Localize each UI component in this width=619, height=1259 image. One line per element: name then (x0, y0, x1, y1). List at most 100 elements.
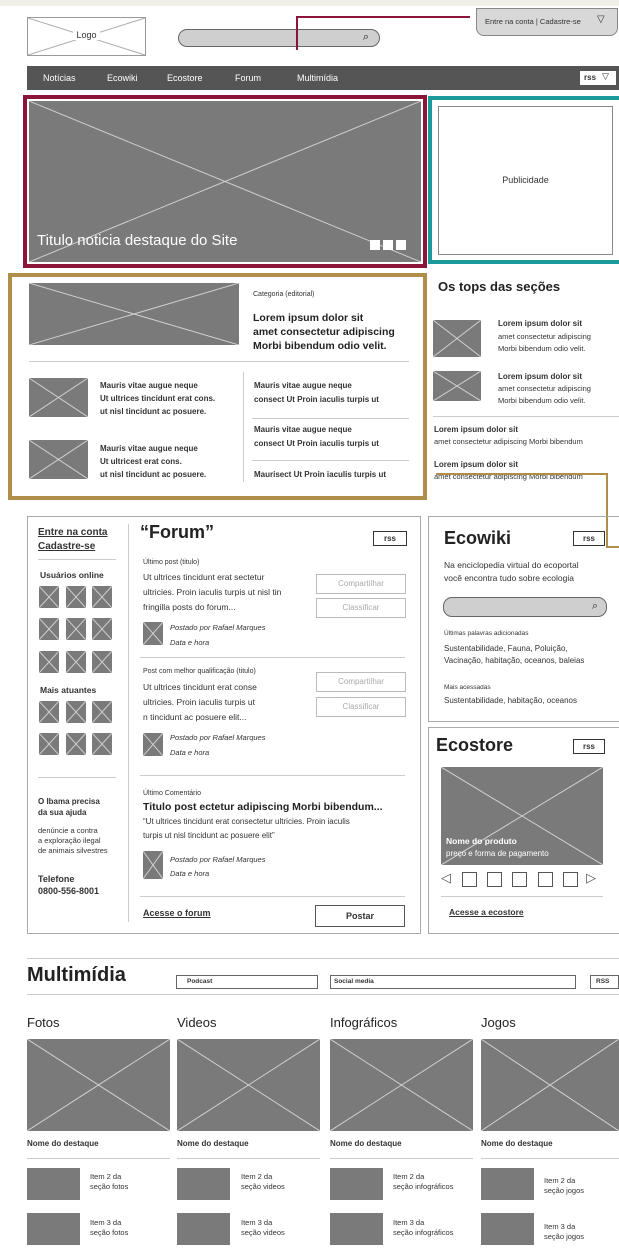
item-label[interactable]: Item 2 da (393, 1172, 424, 1181)
ecostore-link[interactable]: Acesse a ecostore (449, 907, 524, 917)
forum-link[interactable]: Acesse o forum (143, 908, 211, 918)
share-button[interactable]: Compartilhar (316, 672, 406, 692)
item-label[interactable]: Item 3 da (544, 1222, 575, 1231)
item-thumb[interactable] (177, 1168, 230, 1200)
news-headline-3[interactable]: Morbi bibendum odio velit. (253, 340, 387, 352)
featured-name[interactable]: Nome do destaque (330, 1139, 402, 1148)
user-avatar[interactable] (66, 651, 86, 673)
user-avatar[interactable] (66, 618, 86, 640)
tops-item-title[interactable]: Lorem ipsum dolor sit (498, 319, 582, 328)
hero-dot-2[interactable] (383, 240, 393, 250)
featured-image[interactable] (177, 1039, 320, 1131)
post-text[interactable]: Ut ultrices tincidunt erat sectetur (143, 572, 264, 582)
item-thumb[interactable] (27, 1213, 80, 1245)
nav-ecowiki[interactable]: Ecowiki (107, 73, 138, 83)
item-thumb[interactable] (330, 1213, 383, 1245)
search-icon[interactable]: ⌕ (592, 600, 598, 613)
comment-title[interactable]: Titulo post ectetur adipiscing Morbi bib… (143, 801, 383, 813)
news-lead-image[interactable] (29, 283, 239, 345)
carousel-slot[interactable] (462, 872, 477, 887)
news-item-image[interactable] (29, 440, 88, 479)
item-label[interactable]: Item 2 da (90, 1172, 121, 1181)
news-item-image[interactable] (29, 378, 88, 417)
share-button[interactable]: Compartilhar (316, 574, 406, 594)
carousel-slot[interactable] (538, 872, 553, 887)
tops-image[interactable] (433, 320, 481, 357)
featured-name[interactable]: Nome do destaque (177, 1139, 249, 1148)
item-thumb[interactable] (481, 1168, 534, 1200)
login-dropdown[interactable]: Entre na conta | Cadastre-se ▽ (476, 8, 618, 36)
recent-words[interactable]: Vacinação, habitação, oceanos, baleias (444, 656, 584, 665)
news-right-line[interactable]: Mauris vitae augue neque (254, 425, 352, 434)
nav-ecostore[interactable]: Ecostore (167, 73, 203, 83)
podcast-tab[interactable]: Podcast (176, 975, 318, 989)
item-label[interactable]: Item 3 da (393, 1218, 424, 1227)
rate-button[interactable]: Classificar (316, 697, 406, 717)
user-avatar[interactable] (92, 701, 112, 723)
user-avatar[interactable] (39, 701, 59, 723)
item-thumb[interactable] (27, 1168, 80, 1200)
ecowiki-rss-button[interactable]: rss (573, 531, 605, 546)
user-avatar[interactable] (66, 586, 86, 608)
item-thumb[interactable] (481, 1213, 534, 1245)
top-words[interactable]: Sustentabilidade, habitação, oceanos (444, 696, 577, 705)
item-label[interactable]: Item 2 da (241, 1172, 272, 1181)
user-avatar[interactable] (39, 586, 59, 608)
post-text[interactable]: Ut ultrices tincidunt erat conse (143, 682, 257, 692)
social-media-tab[interactable]: Social media (330, 975, 576, 989)
item-label[interactable]: Item 3 da (241, 1218, 272, 1227)
user-avatar[interactable] (39, 651, 59, 673)
carousel-slot[interactable] (487, 872, 502, 887)
item-label[interactable]: Item 3 da (90, 1218, 121, 1227)
post-button[interactable]: Postar (315, 905, 405, 927)
nav-rss-button[interactable]: rss ▽ (580, 71, 616, 85)
ibama-title[interactable]: O Ibama precisa (38, 797, 100, 806)
tops-item-title[interactable]: Lorem ipsum dolor sit (498, 372, 582, 381)
tops-image[interactable] (433, 371, 481, 401)
nav-multimidia[interactable]: Multimídia (297, 73, 338, 83)
ecostore-rss-button[interactable]: rss (573, 739, 605, 754)
item-label[interactable]: Item 2 da (544, 1176, 575, 1185)
news-headline-2[interactable]: amet consectetur adipiscing (253, 326, 395, 338)
featured-image[interactable] (27, 1039, 170, 1131)
next-arrow-icon[interactable]: ▷ (586, 870, 596, 886)
carousel-slot[interactable] (563, 872, 578, 887)
user-avatar[interactable] (92, 586, 112, 608)
hero-dot-3[interactable] (396, 240, 406, 250)
news-item-line[interactable]: Mauris vitae augue neque (100, 381, 198, 390)
user-avatar[interactable] (92, 733, 112, 755)
author-avatar[interactable] (143, 622, 163, 645)
ibama-title[interactable]: da sua ajuda (38, 808, 86, 817)
multimedia-rss-button[interactable]: RSS (590, 975, 619, 989)
featured-image[interactable] (481, 1039, 619, 1131)
user-avatar[interactable] (39, 618, 59, 640)
recent-words[interactable]: Sustentabilidade, Fauna, Poluição, (444, 644, 568, 653)
featured-name[interactable]: Nome do destaque (481, 1139, 553, 1148)
author-avatar[interactable] (143, 733, 163, 756)
search-icon[interactable]: ⌕ (363, 31, 369, 44)
forum-rss-button[interactable]: rss (373, 531, 407, 546)
user-avatar[interactable] (39, 733, 59, 755)
hero-title[interactable]: Titulo noticia destaque do Site (37, 232, 237, 249)
post-author[interactable]: Postado por Rafael Marques (170, 733, 265, 742)
item-thumb[interactable] (177, 1213, 230, 1245)
item-thumb[interactable] (330, 1168, 383, 1200)
search-input[interactable]: ⌕ (178, 29, 380, 47)
logo[interactable]: Logo (27, 17, 146, 56)
news-right-line[interactable]: Maurisect Ut Proin iaculis turpis ut (254, 470, 386, 479)
featured-image[interactable] (330, 1039, 473, 1131)
post-author[interactable]: Postado por Rafael Marques (170, 623, 265, 632)
tops-text-title[interactable]: Lorem ipsum dolor sit (434, 425, 518, 434)
hero-dot-1[interactable] (370, 240, 380, 250)
side-signup-link[interactable]: Cadastre-se (38, 541, 95, 552)
nav-noticias[interactable]: Notícias (43, 73, 76, 83)
ecowiki-search-input[interactable]: ⌕ (443, 597, 607, 617)
prev-arrow-icon[interactable]: ◁ (441, 870, 451, 886)
news-item-line[interactable]: Mauris vitae augue neque (100, 444, 198, 453)
news-right-line[interactable]: Mauris vitae augue neque (254, 381, 352, 390)
side-login-link[interactable]: Entre na conta (38, 527, 107, 538)
user-avatar[interactable] (66, 701, 86, 723)
user-avatar[interactable] (66, 733, 86, 755)
tops-text-title[interactable]: Lorem ipsum dolor sit (434, 460, 518, 469)
user-avatar[interactable] (92, 651, 112, 673)
